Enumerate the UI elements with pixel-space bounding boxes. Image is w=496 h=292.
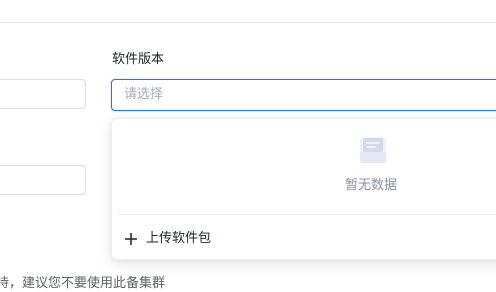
software-version-select[interactable]: 请选择 [111, 79, 496, 111]
software-version-dropdown: 暂无数据 上传软件包 [111, 118, 496, 260]
upload-package-button[interactable]: 上传软件包 [124, 229, 211, 249]
left-input-field-1[interactable] [0, 79, 86, 109]
select-placeholder: 请选择 [124, 87, 164, 102]
left-input-field-2[interactable] [0, 165, 86, 195]
empty-box-icon [360, 137, 386, 163]
footer-hint-text: 持，建议您不要使用此备集群 [0, 276, 166, 291]
plus-icon [125, 233, 137, 245]
upload-package-label: 上传软件包 [146, 231, 212, 246]
dropdown-divider [117, 214, 496, 215]
empty-state-text: 暂无数据 [345, 178, 398, 193]
software-version-label: 软件版本 [112, 52, 165, 67]
header-divider [0, 22, 496, 23]
